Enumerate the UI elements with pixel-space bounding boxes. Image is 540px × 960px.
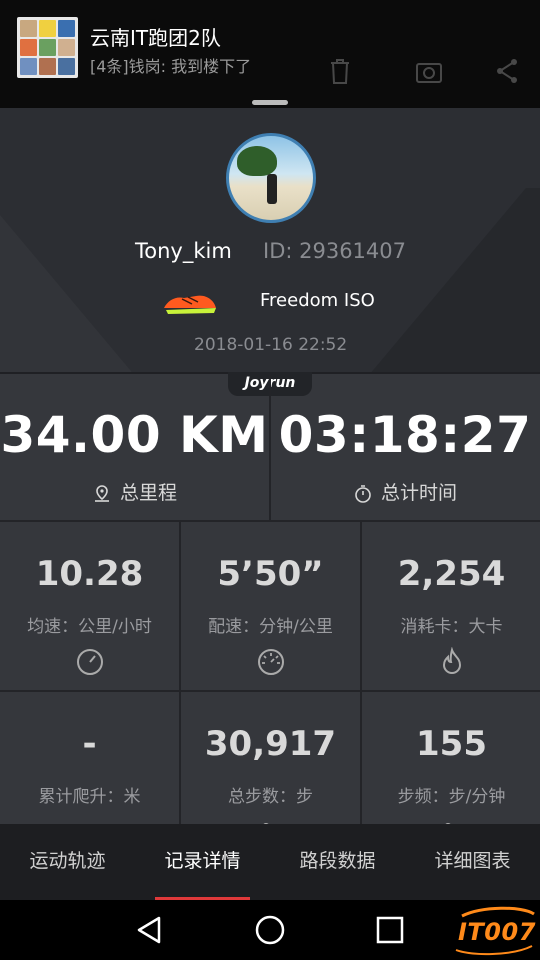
back-icon[interactable] xyxy=(132,912,168,948)
notification-banner[interactable]: 云南IT跑团2队 [4条]钱岗: 我到楼下了 xyxy=(0,0,540,108)
distance-value: 34.00 KM xyxy=(0,406,269,464)
group-member-thumb xyxy=(39,39,56,56)
speedometer-icon xyxy=(76,649,103,675)
tab-segment-data[interactable]: 路段数据 xyxy=(270,824,405,900)
tab-record-details[interactable]: 记录详情 xyxy=(135,824,270,900)
cadence-value: 155 xyxy=(416,724,487,764)
duration-label: 总计时间 xyxy=(380,482,457,504)
flame-icon xyxy=(442,647,461,674)
group-member-thumb xyxy=(20,20,37,37)
pace-cell: 5’50” 配速：分钟/公里 xyxy=(181,522,360,690)
profile-header: Tony_kim ID: 29361407 Freedom ISO 2018-0… xyxy=(0,108,540,372)
avatar[interactable] xyxy=(226,133,316,223)
run-date: 2018-01-16 22:52 xyxy=(194,335,348,355)
climb-value: - xyxy=(82,724,97,764)
pace-label: 配速：分钟/公里 xyxy=(208,617,333,637)
shoe-icon xyxy=(164,295,216,314)
steps-label: 总步数：步 xyxy=(228,787,313,807)
pace-value: 5’50” xyxy=(217,554,324,594)
calories-label: 消耗卡：大卡 xyxy=(400,617,503,637)
calories-value: 2,254 xyxy=(397,554,506,594)
group-member-thumb xyxy=(58,20,75,37)
user-id: ID: 29361407 xyxy=(263,239,407,263)
camera-icon xyxy=(416,63,442,83)
tab-bar: 运动轨迹 记录详情 路段数据 详细图表 xyxy=(0,824,540,900)
share-icon xyxy=(497,59,517,83)
group-member-thumb xyxy=(20,58,37,75)
home-icon[interactable] xyxy=(252,912,288,948)
trash-icon xyxy=(331,59,349,84)
stats-panel: Joyrun 34.00 KM 总里程 03:18:27 总计时间 10.28 … xyxy=(0,372,540,844)
pace-gauge-icon xyxy=(257,649,284,675)
cadence-label: 步频：步/分钟 xyxy=(397,787,506,807)
watermark-text: IT007 xyxy=(458,918,536,946)
distance-label: 总里程 xyxy=(119,482,177,504)
distance-stat: 34.00 KM 总里程 xyxy=(0,374,269,520)
username: Tony_kim xyxy=(135,239,232,263)
duration-value: 03:18:27 xyxy=(278,406,532,464)
tab-detailed-charts[interactable]: 详细图表 xyxy=(405,824,540,900)
climb-label: 累计爬升：米 xyxy=(38,787,141,807)
avg-speed-cell: 10.28 均速：公里/小时 xyxy=(0,522,179,690)
group-member-thumb xyxy=(20,39,37,56)
stopwatch-icon xyxy=(355,484,371,503)
duration-stat: 03:18:27 总计时间 xyxy=(270,374,540,520)
avg-speed-label: 均速：公里/小时 xyxy=(27,617,152,637)
drag-handle[interactable] xyxy=(252,100,288,105)
calories-cell: 2,254 消耗卡：大卡 xyxy=(362,522,540,690)
group-member-thumb xyxy=(39,20,56,37)
group-avatar xyxy=(17,17,78,78)
notification-message: [4条]钱岗: 我到楼下了 xyxy=(90,57,252,76)
avg-speed-value: 10.28 xyxy=(35,554,144,594)
group-member-thumb xyxy=(58,39,75,56)
recents-icon[interactable] xyxy=(372,912,408,948)
notification-title: 云南IT跑团2队 xyxy=(90,26,221,50)
group-member-thumb xyxy=(39,58,56,75)
shoe-name: Freedom ISO xyxy=(260,290,375,311)
steps-value: 30,917 xyxy=(204,724,337,764)
location-icon xyxy=(94,484,109,502)
tab-track[interactable]: 运动轨迹 xyxy=(0,824,135,900)
group-member-thumb xyxy=(58,58,75,75)
